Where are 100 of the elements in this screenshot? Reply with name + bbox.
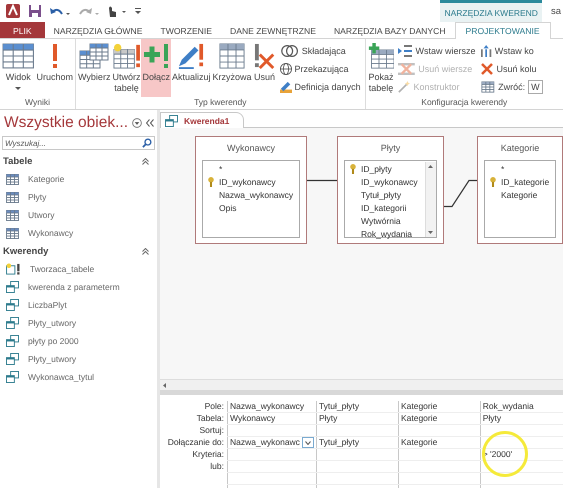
collapse-icon[interactable] (146, 119, 154, 127)
table-window[interactable]: Kategorie * ID_kategorie Kategorie (477, 136, 563, 244)
dropdown-field[interactable]: W (528, 80, 543, 94)
grid-cell[interactable]: Kategorie (398, 401, 480, 412)
caret-icon (304, 440, 311, 445)
ribbon-button[interactable]: Widok (1, 39, 36, 97)
navigation-item[interactable]: Płyty_utwory (28, 318, 76, 328)
grid-cell[interactable]: Wykonawcy (228, 412, 316, 424)
navigation-item[interactable]: płyty po 2000 (28, 336, 79, 346)
table-icon (6, 192, 19, 202)
field-item[interactable]: * (485, 162, 504, 175)
exclamation-icon (52, 43, 58, 69)
undo-icon[interactable] (50, 6, 70, 16)
ribbon-tab[interactable]: TWORZENIE (151, 22, 222, 38)
ribbon-tab[interactable]: NARZĘDZIA GŁÓWNE (44, 22, 152, 38)
grid-cell[interactable]: Kategorie (398, 436, 480, 449)
join-line[interactable] (444, 180, 477, 208)
group-label: Konfiguracja kwerendy (421, 97, 508, 109)
field-item[interactable]: ID_wykonawcy (345, 175, 418, 188)
row-label: lub: (210, 461, 224, 472)
ribbon-button[interactable]: Wybierz (77, 39, 112, 97)
insert-columns-icon (481, 44, 492, 56)
field-item[interactable]: Rok_wydania (345, 227, 412, 240)
row-label: Kryteria: (192, 449, 224, 460)
grid-cell[interactable]: Kategorie (398, 412, 480, 424)
ribbon-button[interactable]: Uruchom (36, 39, 74, 97)
field-label: Zwróć: (498, 82, 526, 92)
field-item[interactable]: Tytuł_płyty (345, 188, 402, 201)
ribbon-button[interactable]: Definicja danych (278, 78, 362, 95)
group-header[interactable]: Kwerendy (3, 246, 48, 256)
row-label: Sortuj: (199, 425, 224, 435)
navigation-item[interactable]: Płyty (28, 192, 46, 202)
insert-rows-icon (398, 44, 412, 56)
file-tab[interactable]: PLIK (0, 22, 45, 38)
navigation-item[interactable]: Wykonawca_tytul (28, 372, 94, 382)
grid-cell[interactable]: Rok_wydania (480, 401, 563, 412)
query-icon (6, 371, 19, 383)
navigation-item[interactable]: LiczbaPlyt (28, 300, 67, 310)
ribbon-button[interactable]: Pokaż tabelę (366, 39, 396, 97)
ribbon-button[interactable]: Usuń kolu (480, 60, 544, 77)
navigation-item[interactable]: kwerenda z parameterm (28, 282, 120, 292)
ribbon-button[interactable]: Przekazująca (278, 60, 362, 77)
ribbon-button[interactable]: Wstaw ko (480, 42, 544, 59)
table-exclamation-icon (112, 43, 140, 69)
window-title: sa (550, 6, 561, 16)
app-logo-icon (6, 4, 20, 18)
ribbon-button[interactable]: Krzyżowa (212, 39, 253, 97)
ribbon-tab[interactable]: NARZĘDZIA BAZY DANYCH (324, 22, 455, 38)
scrollbar[interactable] (425, 162, 436, 237)
save-icon[interactable] (29, 5, 41, 17)
navigation-item[interactable]: Utwory (28, 210, 54, 220)
grid-icon (219, 43, 246, 69)
query-icon (6, 353, 19, 365)
query-icon (6, 317, 19, 329)
field-item[interactable]: Opis (203, 201, 236, 214)
ribbon-button[interactable]: Składająca (278, 42, 362, 59)
search-field[interactable]: Wyszukaj... (2, 136, 155, 150)
navigation-item[interactable]: Płyty_utwory (28, 354, 76, 364)
grid-cell[interactable]: Tytuł_płyty (316, 436, 398, 449)
navigation-item[interactable]: Tworzaca_tabele (30, 264, 94, 274)
group-header[interactable]: Tabele (3, 156, 32, 166)
ribbon-button[interactable]: Wstaw wiersze (397, 42, 476, 59)
dropdown-icon[interactable] (132, 118, 142, 128)
grid-cell[interactable]: Płyty (316, 412, 398, 424)
grid-cell[interactable]: Płyty (480, 412, 563, 424)
join-line[interactable] (307, 180, 337, 182)
ribbon-tab[interactable]: PROJEKTOWANIE (454, 22, 551, 39)
field-item[interactable]: Nazwa_wykonawcy (203, 188, 294, 201)
table-window[interactable]: Wykonawcy * ID_wykonawcy Nazwa_wykonawcy Opis (195, 136, 307, 244)
grid-cell[interactable]: Nazwa_wykonawcy (228, 401, 316, 412)
query-icon (6, 281, 19, 293)
table-title: Kategorie (500, 142, 540, 155)
ribbon-button[interactable]: Dołącz (141, 39, 171, 97)
ribbon-tab[interactable]: DANE ZEWNĘTRZNE (221, 22, 325, 38)
collapse-icon[interactable] (142, 248, 149, 254)
grid-cell[interactable] (480, 436, 563, 449)
navigation-item[interactable]: Wykonawcy (28, 228, 74, 238)
field-item[interactable]: ID_kategorie (485, 175, 550, 188)
customize-icon[interactable] (135, 8, 141, 14)
field-item[interactable]: ID_wykonawcy (203, 175, 276, 188)
ribbon-button[interactable]: Aktualizuj (170, 39, 212, 97)
row-label: Tabela: (196, 413, 224, 423)
touch-mode-icon[interactable] (108, 5, 126, 17)
ribbon-button[interactable]: Utwórz tabelę (111, 39, 142, 97)
grid-cell[interactable]: Tytuł_płyty (316, 401, 398, 412)
dropdown-button[interactable] (302, 437, 314, 448)
field-item[interactable]: Wytwórnia (345, 214, 401, 227)
table-window[interactable]: Płyty ID_płyty ID_wykonawcy Tytuł_płyty ID_kategorii Wytwórnia Rok_wydania (337, 136, 444, 244)
field-item[interactable]: * (203, 162, 222, 175)
document-tab[interactable]: Kwerenda1 (160, 112, 244, 128)
field-item[interactable]: ID_kategorii (345, 201, 406, 214)
grid-cell[interactable]: Nazwa_wykonawc (228, 436, 316, 449)
field-item[interactable]: Kategorie (485, 188, 538, 201)
navigation-item[interactable]: Kategorie (28, 174, 64, 184)
ribbon-button[interactable]: Usuń (252, 39, 277, 97)
table-icon (481, 80, 496, 92)
search-icon[interactable] (142, 138, 152, 148)
field-item[interactable]: ID_płyty (345, 162, 392, 175)
context-tab-group: NARZĘDZIA KWEREND (440, 0, 542, 22)
collapse-icon[interactable] (142, 158, 149, 164)
